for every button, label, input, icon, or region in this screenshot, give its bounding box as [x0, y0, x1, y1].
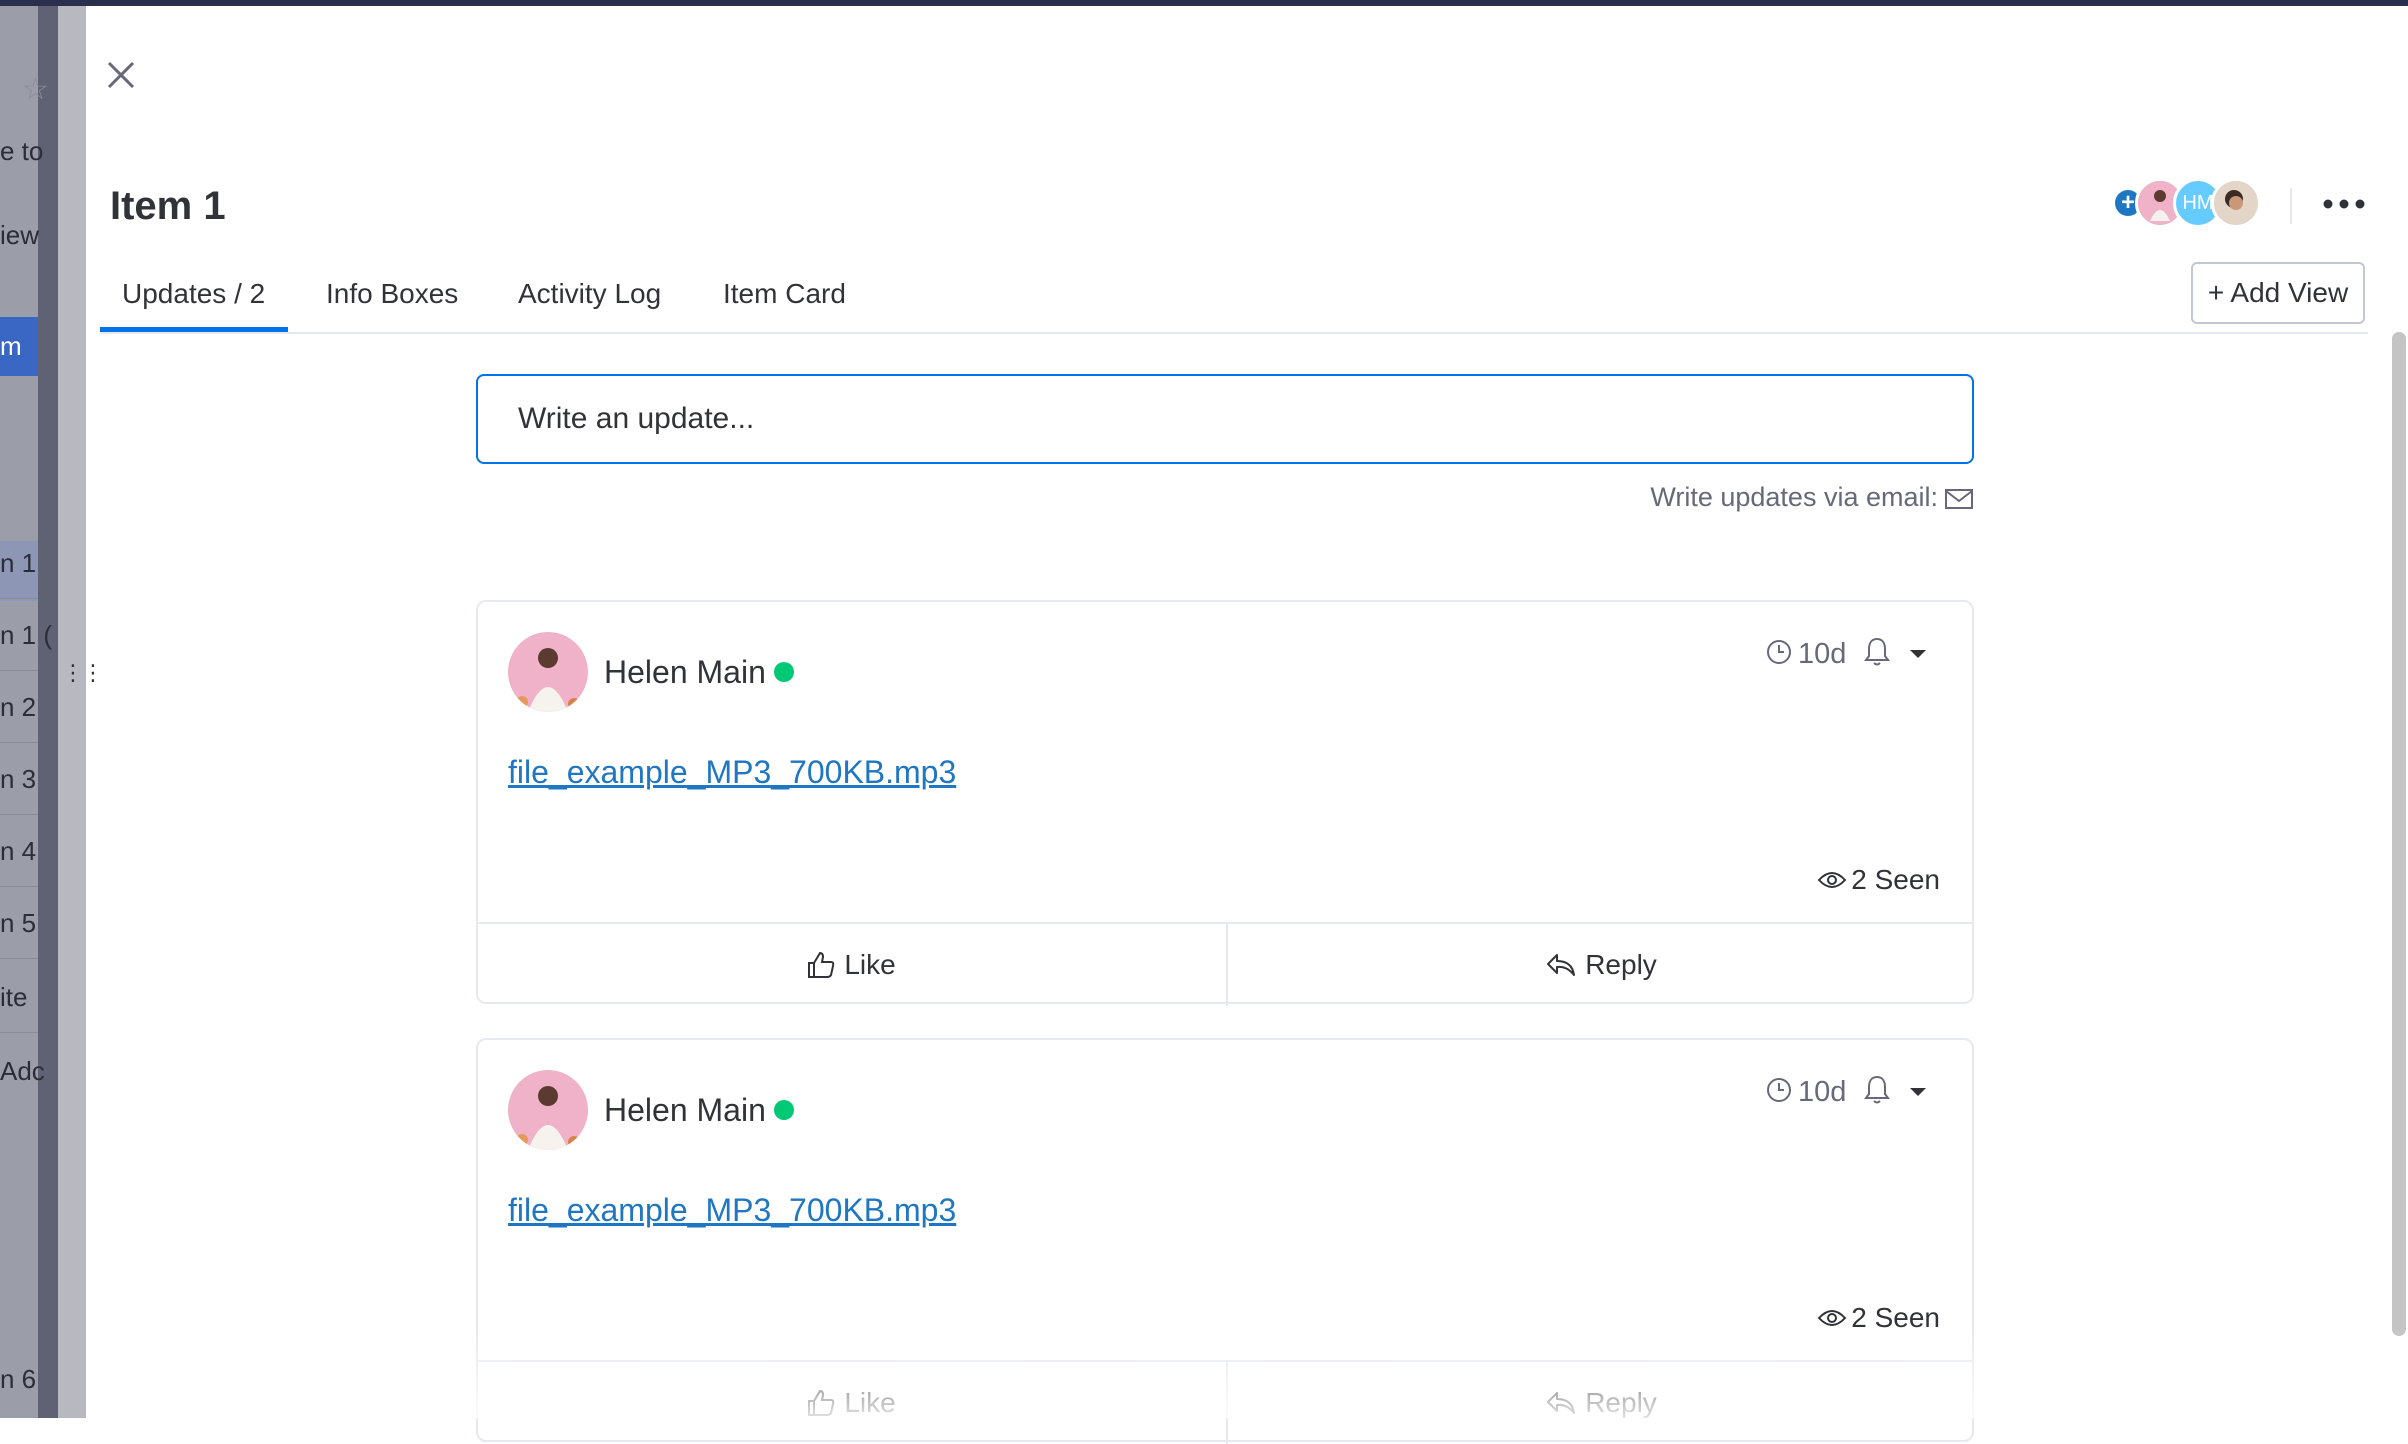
star-icon: ☆ — [22, 73, 49, 106]
row-divider — [0, 886, 38, 887]
timestamp: 10d — [1766, 1076, 1846, 1109]
timestamp-text: 10d — [1798, 1076, 1847, 1108]
board-row: ite — [0, 982, 28, 1012]
board-text: e to — [0, 136, 44, 166]
update-actions: Like Reply — [478, 1360, 1972, 1444]
row-divider — [0, 814, 38, 815]
tab-activity-log[interactable]: Activity Log — [518, 278, 661, 310]
author-name[interactable]: Helen Main — [604, 654, 766, 690]
eye-icon — [1817, 1309, 1847, 1326]
clock-icon — [1767, 1078, 1791, 1103]
reply-button[interactable]: Reply — [1226, 1362, 1974, 1444]
timestamp: 10d — [1766, 638, 1846, 671]
tab-info-boxes[interactable]: Info Boxes — [326, 278, 458, 310]
chevron-down-icon[interactable] — [1908, 648, 1928, 660]
board-row: Adc — [0, 1056, 45, 1086]
board-row: n 4 — [0, 836, 37, 866]
drag-handle-icon[interactable]: ⋮⋮ — [62, 662, 104, 684]
online-status-icon — [773, 1099, 794, 1120]
reply-button[interactable]: Reply — [1226, 924, 1974, 1006]
board-gap — [58, 6, 86, 1418]
seen-count[interactable]: 2 Seen — [1817, 864, 1940, 896]
timestamp-text: 10d — [1798, 638, 1847, 670]
board-row: n 2 — [0, 692, 37, 722]
like-label: Like — [844, 1387, 896, 1418]
bell-icon[interactable] — [1862, 636, 1892, 668]
board-text: iew — [0, 220, 40, 250]
author-avatar[interactable] — [508, 632, 588, 712]
like-label: Like — [844, 949, 896, 980]
row-divider — [0, 1032, 38, 1033]
row-divider — [0, 742, 38, 743]
tab-item-card[interactable]: Item Card — [723, 278, 846, 310]
update-actions: Like Reply — [478, 922, 1972, 1006]
author-name[interactable]: Helen Main — [604, 1092, 766, 1128]
email-hint-text[interactable]: Write updates via email: — [1650, 482, 1938, 512]
eye-icon — [1817, 871, 1847, 888]
email-updates-link[interactable]: Write updates via email: — [1500, 482, 1974, 513]
board-row: n 5 — [0, 908, 37, 938]
row-divider — [0, 670, 38, 671]
subscribers[interactable]: + HM — [2115, 178, 2265, 228]
seen-text: 2 Seen — [1851, 864, 1940, 895]
background-board: ☆ e to iew m n 1 n 1 ( n 2 n 3 n 4 n 5 i… — [0, 6, 86, 1418]
update-card: Helen Main 10d file_example_MP3_700KB.mp… — [476, 600, 1974, 1006]
scrollbar[interactable] — [2392, 332, 2406, 1336]
thumbs-up-icon — [808, 1389, 835, 1416]
board-row: n 1 — [0, 548, 37, 578]
reply-icon — [1547, 1392, 1576, 1414]
seen-count[interactable]: 2 Seen — [1817, 1302, 1940, 1334]
item-title[interactable]: Item 1 — [110, 184, 226, 229]
row-divider — [0, 598, 38, 599]
board-row: n 3 — [0, 764, 37, 794]
like-button[interactable]: Like — [478, 924, 1224, 1006]
board-row: n 6 — [0, 1364, 37, 1394]
reply-label: Reply — [1585, 949, 1657, 980]
avatar — [2211, 178, 2261, 228]
board-row: n 1 ( — [0, 620, 53, 650]
like-button[interactable]: Like — [478, 1362, 1224, 1444]
author-avatar[interactable] — [508, 1070, 588, 1150]
seen-text: 2 Seen — [1851, 1302, 1940, 1333]
chevron-down-icon[interactable] — [1908, 1086, 1928, 1098]
reply-label: Reply — [1585, 1387, 1657, 1418]
thumbs-up-icon — [808, 951, 835, 978]
envelope-icon[interactable] — [1944, 487, 1974, 511]
board-text: m — [0, 331, 22, 361]
board-selected-view: m — [0, 317, 38, 376]
header-divider — [2290, 188, 2292, 224]
tab-updates[interactable]: Updates / 2 — [122, 278, 265, 310]
file-link[interactable]: file_example_MP3_700KB.mp3 — [508, 1192, 956, 1229]
author-name-row: Helen Main — [604, 654, 794, 691]
clock-icon — [1767, 640, 1791, 665]
row-divider — [0, 958, 38, 959]
add-view-button[interactable]: + Add View — [2191, 262, 2365, 324]
file-link[interactable]: file_example_MP3_700KB.mp3 — [508, 754, 956, 791]
update-card: Helen Main 10d file_example_MP3_700KB.mp… — [476, 1038, 1974, 1444]
bell-icon[interactable] — [1862, 1074, 1892, 1106]
board-scroll-strip — [38, 6, 58, 1418]
write-update-input[interactable]: Write an update... — [476, 374, 1974, 464]
author-name-row: Helen Main — [604, 1092, 794, 1129]
more-options-icon[interactable] — [2320, 192, 2368, 216]
tab-bar-divider — [100, 332, 2368, 334]
close-icon[interactable] — [104, 58, 138, 92]
online-status-icon — [773, 661, 794, 682]
reply-icon — [1547, 954, 1576, 976]
